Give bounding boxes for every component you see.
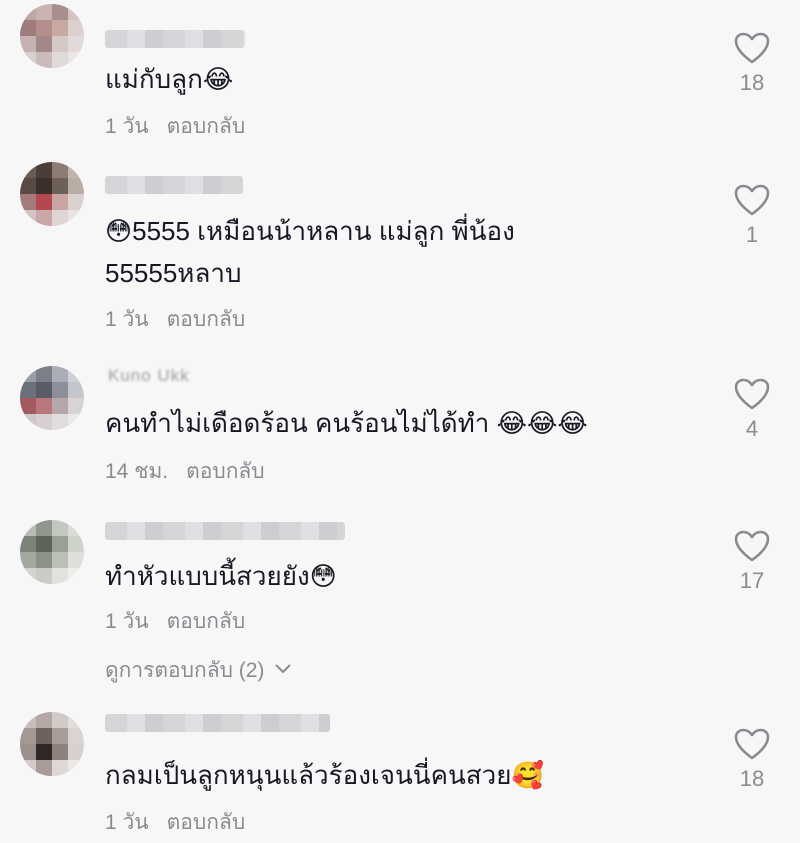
username[interactable] xyxy=(105,176,243,194)
comment-meta: 1 วัน ตอบกลับ xyxy=(105,303,263,336)
comment-text: ทำหัวแบบนี้สวยยัง😳 xyxy=(105,561,337,591)
comment-time: 1 วัน xyxy=(105,115,149,138)
heart-outline-icon xyxy=(734,184,770,216)
avatar[interactable] xyxy=(20,712,84,776)
comment-time: 1 วัน xyxy=(105,308,149,331)
username[interactable] xyxy=(105,30,245,48)
like-button[interactable]: 18 xyxy=(726,32,778,96)
comment-time: 1 วัน xyxy=(105,811,149,834)
like-button[interactable]: 17 xyxy=(726,530,778,594)
like-count: 17 xyxy=(739,568,765,593)
like-count: 1 xyxy=(745,222,759,247)
view-replies-label: ดูการตอบกลับ (2) xyxy=(105,659,265,682)
avatar[interactable] xyxy=(20,162,84,226)
username[interactable]: Kuno Ukk xyxy=(108,366,190,386)
like-count: 18 xyxy=(739,766,765,791)
reply-button[interactable]: ตอบกลับ xyxy=(167,811,246,834)
reply-button[interactable]: ตอบกลับ xyxy=(186,460,265,483)
like-count: 18 xyxy=(739,70,765,95)
like-button[interactable]: 4 xyxy=(726,378,778,442)
chevron-down-icon xyxy=(275,664,291,674)
avatar[interactable] xyxy=(20,4,84,68)
heart-outline-icon xyxy=(734,378,770,410)
reply-button[interactable]: ตอบกลับ xyxy=(167,115,246,138)
comment-time: 1 วัน xyxy=(105,610,149,633)
comment-text: กลมเป็นลูกหนุนแล้วร้องเจนนี่คนสวย🥰 xyxy=(105,760,544,790)
comment-text: คนทำไม่เดือดร้อน คนร้อนไม่ได้ทำ 😂😂😂 xyxy=(105,408,588,438)
view-replies-button[interactable]: ดูการตอบกลับ (2) xyxy=(105,654,292,687)
comment-text: แม่กับลูก😂 xyxy=(105,64,234,94)
like-button[interactable]: 18 xyxy=(726,728,778,792)
heart-outline-icon xyxy=(734,32,770,64)
comment-time: 14 ชม. xyxy=(105,460,169,483)
heart-outline-icon xyxy=(734,530,770,562)
avatar[interactable] xyxy=(20,366,84,430)
like-count: 4 xyxy=(745,416,759,441)
comment-meta: 1 วัน ตอบกลับ xyxy=(105,806,263,839)
reply-button[interactable]: ตอบกลับ xyxy=(167,610,246,633)
comment-meta: 14 ชม. ตอบกลับ xyxy=(105,455,283,488)
username[interactable] xyxy=(105,714,330,732)
comment-text: 😳5555 เหมือนน้าหลาน แม่ลูก พี่น้อง 55555… xyxy=(105,216,515,288)
avatar[interactable] xyxy=(20,520,84,584)
comment-meta: 1 วัน ตอบกลับ xyxy=(105,605,263,638)
reply-button[interactable]: ตอบกลับ xyxy=(167,308,246,331)
comment-meta: 1 วัน ตอบกลับ xyxy=(105,110,263,143)
like-button[interactable]: 1 xyxy=(726,184,778,248)
heart-outline-icon xyxy=(734,728,770,760)
username[interactable] xyxy=(105,522,345,540)
